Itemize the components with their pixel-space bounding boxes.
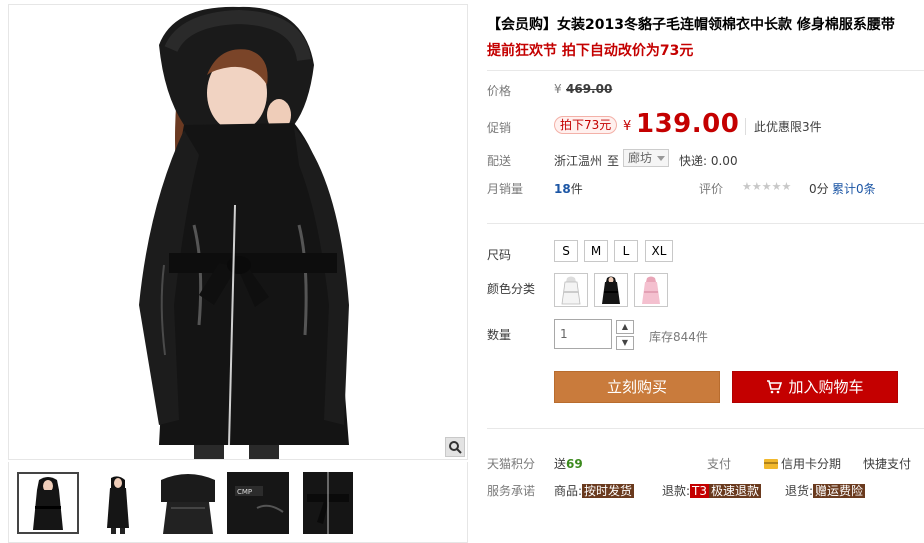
add-to-cart-button[interactable]: 加入购物车	[732, 371, 898, 403]
ship-from: 浙江温州	[554, 154, 603, 168]
shipping-insurance-badge[interactable]: 赠运费险	[813, 484, 866, 498]
black-coat-swatch	[602, 276, 620, 304]
quantity-label: 数量	[487, 328, 512, 342]
quantity-input[interactable]: 1	[554, 319, 612, 349]
size-label: 尺码	[487, 248, 512, 262]
shipping-label: 配送	[487, 154, 512, 168]
monthly-sales-label: 月销量	[487, 182, 524, 196]
t3-badge: T3	[690, 484, 710, 498]
service-label: 服务承诺	[487, 484, 536, 498]
points-prefix: 送	[554, 457, 567, 471]
size-option-l[interactable]: L	[614, 240, 638, 262]
service-goods-label: 商品:	[554, 484, 583, 498]
white-coat-swatch	[561, 276, 581, 305]
thumbnail-4[interactable]: CMP	[227, 472, 289, 534]
promo-tag-badge: 拍下73元	[554, 116, 618, 134]
promo-price: 139.00	[636, 109, 740, 139]
divider	[487, 223, 924, 224]
thumbnail-5[interactable]	[297, 472, 359, 534]
size-option-xl[interactable]: XL	[645, 240, 673, 262]
destination-city-value: 廊坊	[628, 151, 653, 165]
ship-on-time-badge[interactable]: 按时发货	[582, 484, 635, 498]
promo-limit-text: 此优惠限3件	[745, 118, 822, 135]
shipping-fee: 快递: 0.00	[679, 154, 738, 168]
stock-text: 库存844件	[649, 330, 708, 344]
cart-icon	[767, 380, 783, 394]
destination-city-select[interactable]: 廊坊	[623, 149, 669, 167]
price-label: 价格	[487, 84, 512, 98]
quantity-increase-button[interactable]: ▲	[616, 320, 634, 334]
fast-refund-badge[interactable]: 极速退款	[709, 484, 762, 498]
payment-label: 支付	[707, 457, 732, 471]
add-to-cart-label: 加入购物车	[788, 378, 864, 396]
color-option-pink[interactable]	[634, 273, 668, 307]
original-price: 469.00	[566, 82, 613, 96]
points-value: 69	[566, 457, 583, 471]
divider	[487, 70, 924, 71]
monthly-sales-count: 18	[554, 182, 571, 196]
promo-label: 促销	[487, 121, 512, 135]
review-count-link[interactable]: 累计0条	[832, 180, 876, 197]
main-product-photo[interactable]	[9, 5, 467, 459]
rating-stars: ★★★★★	[742, 180, 792, 193]
rating-score: 0分	[809, 182, 829, 196]
points-label: 天猫积分	[487, 457, 536, 471]
service-refund-label: 退款:	[662, 484, 691, 498]
quantity-decrease-button[interactable]: ▼	[616, 336, 634, 350]
product-subtitle: 提前狂欢节 拍下自动改价为73元	[487, 43, 694, 59]
rating-label: 评价	[699, 182, 724, 196]
divider	[487, 428, 924, 429]
model-in-black-coat-image	[9, 5, 467, 459]
monthly-sales-unit: 件	[570, 182, 583, 196]
svg-text:CMP: CMP	[237, 488, 252, 496]
installment-text: 信用卡分期	[781, 457, 842, 471]
buy-now-button[interactable]: 立刻购买	[554, 371, 720, 403]
size-option-s[interactable]: S	[554, 240, 578, 262]
price-currency: ¥	[554, 82, 562, 96]
credit-card-icon	[764, 459, 778, 469]
thumbnail-strip: CMP	[8, 462, 468, 543]
product-gallery	[8, 4, 468, 460]
color-option-black[interactable]	[594, 273, 628, 307]
size-option-m[interactable]: M	[584, 240, 608, 262]
thumbnail-1[interactable]	[17, 472, 79, 534]
promo-currency: ¥	[623, 119, 632, 134]
product-info-panel: 【会员购】女装2013冬貉子毛连帽领棉衣中长款 修身棉服系腰带 提前狂欢节 拍下…	[487, 0, 924, 543]
quick-pay-link[interactable]: 快捷支付	[863, 455, 911, 472]
color-label: 颜色分类	[487, 282, 536, 296]
zoom-icon[interactable]	[445, 437, 465, 457]
installment-link[interactable]: 信用卡分期	[764, 455, 841, 472]
thumbnail-2[interactable]	[87, 472, 149, 534]
service-return-label: 退货:	[785, 484, 814, 498]
ship-to-word: 至	[607, 154, 620, 168]
chevron-down-icon	[657, 156, 665, 161]
thumbnail-3[interactable]	[157, 472, 219, 534]
color-option-white[interactable]	[554, 273, 588, 307]
pink-coat-swatch	[642, 276, 660, 304]
product-title: 【会员购】女装2013冬貉子毛连帽领棉衣中长款 修身棉服系腰带	[487, 17, 895, 33]
